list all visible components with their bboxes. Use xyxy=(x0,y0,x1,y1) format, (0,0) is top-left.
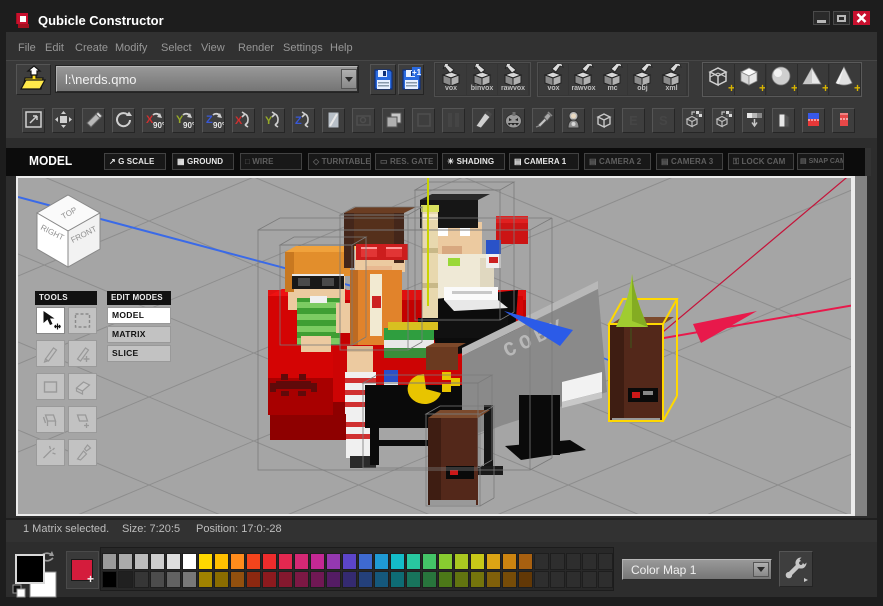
svg-text:+: + xyxy=(759,81,765,94)
svg-text:+1: +1 xyxy=(412,68,422,77)
svg-text:+: + xyxy=(728,81,734,94)
svg-text:S: S xyxy=(659,113,668,128)
svg-text:+: + xyxy=(822,81,828,94)
svg-text:+: + xyxy=(791,81,797,94)
svg-text:90°: 90° xyxy=(183,121,194,130)
svg-text:+: + xyxy=(854,81,860,94)
svg-text:90°: 90° xyxy=(153,121,164,130)
svg-text:Z: Z xyxy=(206,114,213,126)
svg-text:Z: Z xyxy=(295,115,302,127)
svg-text:90°: 90° xyxy=(213,121,224,130)
svg-text:Y: Y xyxy=(265,115,273,127)
svg-text:E: E xyxy=(629,113,638,128)
